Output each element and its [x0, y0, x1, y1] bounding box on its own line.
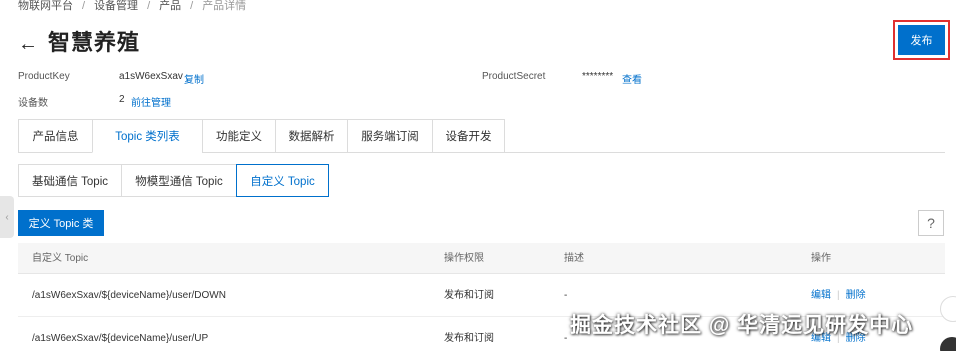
help-icon[interactable]: ?: [918, 210, 944, 236]
delete-link[interactable]: 删除: [846, 290, 866, 301]
topic-cell: /a1sW6exSxav/${deviceName}/user/UP: [32, 333, 209, 344]
product-tabs: 产品信息 Topic 类列表 功能定义 数据解析 服务端订阅 设备开发: [18, 119, 945, 153]
product-secret-label: ProductSecret: [482, 71, 546, 82]
publish-button[interactable]: 发布: [898, 25, 945, 55]
subtab-basic-topic[interactable]: 基础通信 Topic: [18, 164, 122, 197]
table-header: 自定义 Topic 操作权限 描述 操作: [18, 243, 945, 274]
tab-function-definition[interactable]: 功能定义: [202, 119, 275, 153]
topic-cell: /a1sW6exSxav/${deviceName}/user/DOWN: [32, 290, 226, 301]
description-cell: -: [564, 290, 568, 301]
device-count-label: 设备数: [18, 98, 48, 109]
breadcrumb-device-management[interactable]: 设备管理: [94, 0, 138, 12]
product-key-label: ProductKey: [18, 71, 70, 82]
breadcrumb-separator: /: [190, 0, 194, 12]
view-product-secret-link[interactable]: 查看: [622, 71, 642, 86]
chevron-left-icon: ‹: [5, 211, 9, 223]
breadcrumb-separator: /: [82, 0, 86, 12]
breadcrumb-product[interactable]: 产品: [159, 0, 181, 12]
action-divider: |: [837, 290, 840, 301]
publish-button-highlight: 发布: [893, 20, 950, 60]
description-cell: -: [564, 333, 568, 344]
permission-cell: 发布和订阅: [444, 290, 494, 301]
column-header-actions: 操作: [811, 253, 831, 264]
column-header-description: 描述: [564, 253, 584, 264]
column-header-permission: 操作权限: [444, 253, 484, 264]
column-header-topic: 自定义 Topic: [32, 253, 89, 264]
copy-product-key-link[interactable]: 复制: [184, 71, 204, 86]
tab-data-parsing[interactable]: 数据解析: [275, 119, 347, 153]
tab-product-info[interactable]: 产品信息: [18, 119, 92, 153]
edit-link[interactable]: 编辑: [811, 290, 831, 301]
product-secret-value: ********: [582, 71, 614, 82]
subtab-thing-model-topic[interactable]: 物模型通信 Topic: [121, 164, 237, 197]
product-key-value: a1sW6exSxav: [119, 71, 183, 82]
manage-devices-link[interactable]: 前往管理: [131, 94, 171, 109]
back-arrow-icon[interactable]: ←: [18, 34, 38, 54]
permission-cell: 发布和订阅: [444, 333, 494, 344]
page-title: 智慧养殖: [48, 30, 141, 55]
breadcrumb-product-detail: 产品详情: [202, 0, 247, 12]
breadcrumb: 物联网平台 / 设备管理 / 产品 / 产品详情: [18, 0, 246, 13]
tab-topic-list[interactable]: Topic 类列表: [92, 119, 202, 153]
subtab-custom-topic[interactable]: 自定义 Topic: [236, 164, 329, 197]
sidebar-collapse-handle[interactable]: ‹: [0, 196, 14, 238]
device-count-value: 2: [119, 94, 125, 105]
breadcrumb-separator: /: [147, 0, 151, 12]
tab-server-subscription[interactable]: 服务端订阅: [347, 119, 432, 153]
tab-device-development[interactable]: 设备开发: [432, 119, 505, 153]
define-topic-class-button[interactable]: 定义 Topic 类: [18, 210, 104, 236]
breadcrumb-iot-platform[interactable]: 物联网平台: [18, 0, 73, 12]
watermark: 掘金技术社区 @ 华清远见研发中心: [570, 314, 914, 337]
